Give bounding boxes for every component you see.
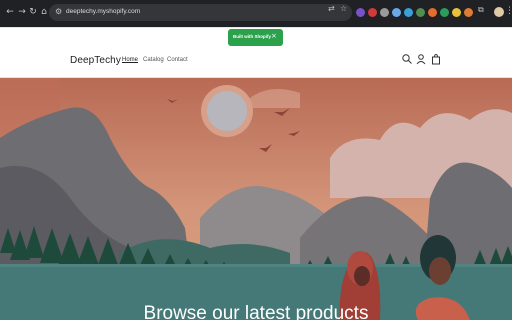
extension-icon-1[interactable]: [356, 8, 365, 17]
extension-icon-7[interactable]: [428, 8, 437, 17]
page-top-border: [0, 27, 512, 28]
hero-title: Browse our latest products: [143, 303, 369, 324]
site-settings-icon[interactable]: ⚙: [55, 7, 62, 16]
hero-banner: [0, 78, 512, 320]
extension-icon-2[interactable]: [368, 8, 377, 17]
close-icon[interactable]: ×: [271, 32, 277, 40]
account-icon[interactable]: [415, 53, 427, 65]
bookmark-star-icon[interactable]: ☆: [340, 4, 347, 13]
store-logo[interactable]: DeepTechy: [70, 55, 121, 66]
profile-avatar[interactable]: [494, 7, 504, 17]
extension-icon-4[interactable]: [392, 8, 401, 17]
extension-icon-8[interactable]: [440, 8, 449, 17]
extensions-icon[interactable]: ⧉: [478, 5, 484, 15]
extension-icon-9[interactable]: [452, 8, 461, 17]
nav-catalog[interactable]: Catalog: [143, 57, 164, 63]
store-header: DeepTechy Home Catalog Contact: [0, 43, 512, 77]
browser-toolbar: ← → ↻ ⌂ ⚙ deeptechy.myshopify.com ⇄ ☆ ⧉ …: [0, 0, 512, 27]
back-arrow-icon[interactable]: ←: [4, 6, 16, 18]
more-menu-icon[interactable]: ⋮: [505, 6, 512, 16]
nav-home[interactable]: Home: [122, 57, 138, 63]
shopify-toast: Built with Shopify ×: [228, 29, 283, 46]
translate-icon[interactable]: ⇄: [328, 4, 335, 13]
hero-illustration: [0, 78, 512, 320]
address-bar[interactable]: ⚙ deeptechy.myshopify.com: [49, 4, 352, 21]
search-icon[interactable]: [401, 53, 413, 65]
extension-icon-6[interactable]: [416, 8, 425, 17]
nav-contact[interactable]: Contact: [167, 57, 188, 63]
cart-icon[interactable]: [430, 53, 442, 65]
extension-icon-10[interactable]: [464, 8, 473, 17]
toast-label: Built with Shopify: [233, 34, 271, 39]
extension-icon-3[interactable]: [380, 8, 389, 17]
url-text: deeptechy.myshopify.com: [66, 8, 141, 15]
extension-icon-5[interactable]: [404, 8, 413, 17]
